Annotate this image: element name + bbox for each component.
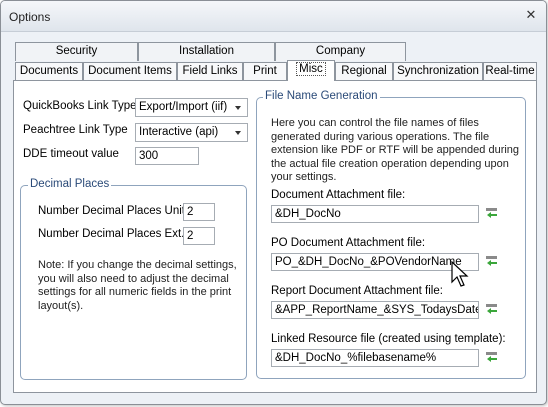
file-name-generation-group: File Name Generation Here you can contro…	[256, 90, 526, 379]
dde-timeout-label: DDE timeout value	[23, 148, 119, 160]
linked-resource-label: Linked Resource file (created using temp…	[271, 333, 506, 345]
report-attachment-input[interactable]: &APP_ReportName_&SYS_TodaysDate	[271, 301, 479, 319]
tab-field-links[interactable]: Field Links	[177, 62, 243, 81]
tab-regional[interactable]: Regional	[335, 62, 393, 81]
document-attachment-label: Document Attachment file:	[271, 189, 406, 201]
mouse-pointer-icon	[451, 260, 469, 287]
decimal-ext-label: Number Decimal Places Ext.	[38, 228, 185, 240]
peachtree-link-select[interactable]: Interactive (api)	[135, 123, 248, 142]
reset-icon[interactable]	[485, 207, 498, 219]
reset-icon[interactable]	[485, 303, 498, 315]
tab-installation[interactable]: Installation	[138, 42, 275, 61]
tab-security[interactable]: Security	[15, 42, 138, 61]
reset-icon[interactable]	[485, 255, 498, 267]
chevron-down-icon	[235, 106, 241, 110]
peachtree-link-label: Peachtree Link Type	[23, 124, 128, 136]
decimal-unit-input[interactable]: 2	[183, 203, 215, 221]
decimal-note: Note: If you change the decimal settings…	[38, 259, 237, 312]
decimal-ext-input[interactable]: 2	[183, 227, 215, 245]
chevron-down-icon	[235, 131, 241, 135]
decimal-places-title: Decimal Places	[28, 178, 112, 190]
tab-misc[interactable]: Misc	[287, 60, 335, 81]
document-attachment-input[interactable]: &DH_DocNo	[271, 205, 479, 223]
decimal-places-group: Decimal Places Number Decimal Places Uni…	[20, 178, 247, 380]
linked-resource-input[interactable]: &DH_DocNo_%filebasename%	[271, 349, 479, 367]
decimal-unit-label: Number Decimal Places Unit	[38, 205, 185, 217]
tab-company[interactable]: Company	[275, 42, 406, 61]
reset-icon[interactable]	[485, 351, 498, 363]
quickbooks-link-select[interactable]: Export/Import (iif)	[135, 98, 248, 117]
report-attachment-label: Report Document Attachment file:	[271, 285, 443, 297]
options-window: Options ✕ Security Installation Company …	[0, 0, 547, 405]
tab-documents[interactable]: Documents	[15, 62, 83, 81]
tab-synchronization[interactable]: Synchronization	[393, 62, 483, 81]
dde-timeout-input[interactable]: 300	[135, 147, 199, 165]
window-title: Options	[9, 10, 51, 24]
misc-panel: QuickBooks Link Type Export/Import (iif)…	[13, 80, 537, 393]
file-name-generation-title: File Name Generation	[263, 90, 380, 102]
close-icon[interactable]: ✕	[524, 8, 538, 22]
quickbooks-link-label: QuickBooks Link Type	[23, 100, 137, 112]
title-bar[interactable]: Options ✕	[1, 1, 546, 32]
po-attachment-input[interactable]: PO_&DH_DocNo_&POVendorName	[271, 253, 479, 271]
tab-document-items[interactable]: Document Items	[83, 62, 177, 81]
file-name-description: Here you can control the file names of f…	[271, 117, 520, 183]
tab-print[interactable]: Print	[243, 62, 287, 81]
po-attachment-label: PO Document Attachment file:	[271, 237, 426, 249]
tab-real-time[interactable]: Real-time	[483, 62, 537, 81]
